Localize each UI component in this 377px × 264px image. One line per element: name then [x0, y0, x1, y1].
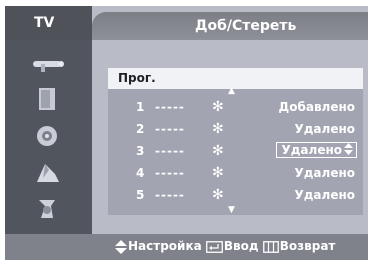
memory-mark-icon: ✻ [212, 143, 224, 159]
menu-icon [262, 240, 279, 253]
return-hint: Возврат [262, 239, 336, 253]
list-item[interactable]: 1 ----- ✻ Добавлено [108, 99, 363, 117]
up-down-arrow-icon [344, 143, 353, 155]
program-column-label: Прог. [118, 71, 156, 85]
page-title: Доб/Стереть [195, 18, 297, 34]
channel-number: 5 [136, 188, 145, 202]
antenna-icon[interactable] [19, 50, 75, 78]
adjust-label: Настройка [128, 239, 202, 253]
status-value: Удалено [294, 122, 355, 136]
status-selector[interactable]: Удалено [276, 142, 357, 158]
content-area: Прог. ▲ 1 ----- ✻ Добавлено 2 ----- ✻ Уд… [92, 40, 368, 234]
channel-number: 1 [136, 100, 145, 114]
title-bar: Доб/Стереть [92, 12, 368, 40]
tv-set-icon[interactable] [19, 86, 75, 114]
enter-icon [205, 240, 223, 253]
setup-icon[interactable] [19, 194, 75, 222]
return-label: Возврат [279, 239, 336, 253]
menu-category-label: TV [34, 15, 55, 31]
speaker-icon[interactable] [19, 122, 75, 150]
list-item[interactable]: 2 ----- ✻ Удалено [108, 121, 363, 139]
channel-name: ----- [155, 122, 185, 136]
channel-list: ▲ 1 ----- ✻ Добавлено 2 ----- ✻ Удалено … [108, 86, 363, 215]
memory-mark-icon: ✻ [212, 121, 224, 137]
key-guide-bar: Настройка Ввод Возврат [5, 234, 368, 260]
scroll-up-icon[interactable]: ▲ [228, 86, 235, 96]
memory-mark-icon: ✻ [212, 99, 224, 115]
list-item[interactable]: 3 ----- ✻ Удалено [108, 142, 363, 161]
status-value: Удалено [281, 143, 342, 157]
status-value: Удалено [294, 188, 355, 202]
enter-label: Ввод [223, 239, 259, 253]
channel-name: ----- [155, 166, 185, 180]
list-item[interactable]: 5 ----- ✻ Удалено [108, 187, 363, 205]
menu-category-tab[interactable]: TV [5, 6, 92, 40]
list-item[interactable]: 4 ----- ✻ Удалено [108, 165, 363, 183]
channel-name: ----- [155, 144, 185, 158]
channel-number: 2 [136, 122, 145, 136]
enter-hint: Ввод [205, 239, 259, 253]
tv-osd-screen: TV Доб/Стереть Прог. ▲ 1 ----- ✻ Добавле… [5, 6, 368, 260]
memory-mark-icon: ✻ [212, 165, 224, 181]
channel-number: 3 [136, 144, 145, 158]
menu-sidebar [5, 40, 92, 234]
memory-mark-icon: ✻ [212, 187, 224, 203]
column-header: Прог. [108, 68, 363, 89]
channel-name: ----- [155, 100, 185, 114]
status-value: Добавлено [278, 100, 355, 114]
status-value: Удалено [294, 166, 355, 180]
channel-number: 4 [136, 166, 145, 180]
channel-name: ----- [155, 188, 185, 202]
scroll-down-icon[interactable]: ▼ [228, 205, 235, 215]
up-down-arrow-icon [115, 239, 127, 254]
adjust-hint: Настройка [115, 239, 202, 254]
channel-setup-icon[interactable] [19, 158, 75, 186]
